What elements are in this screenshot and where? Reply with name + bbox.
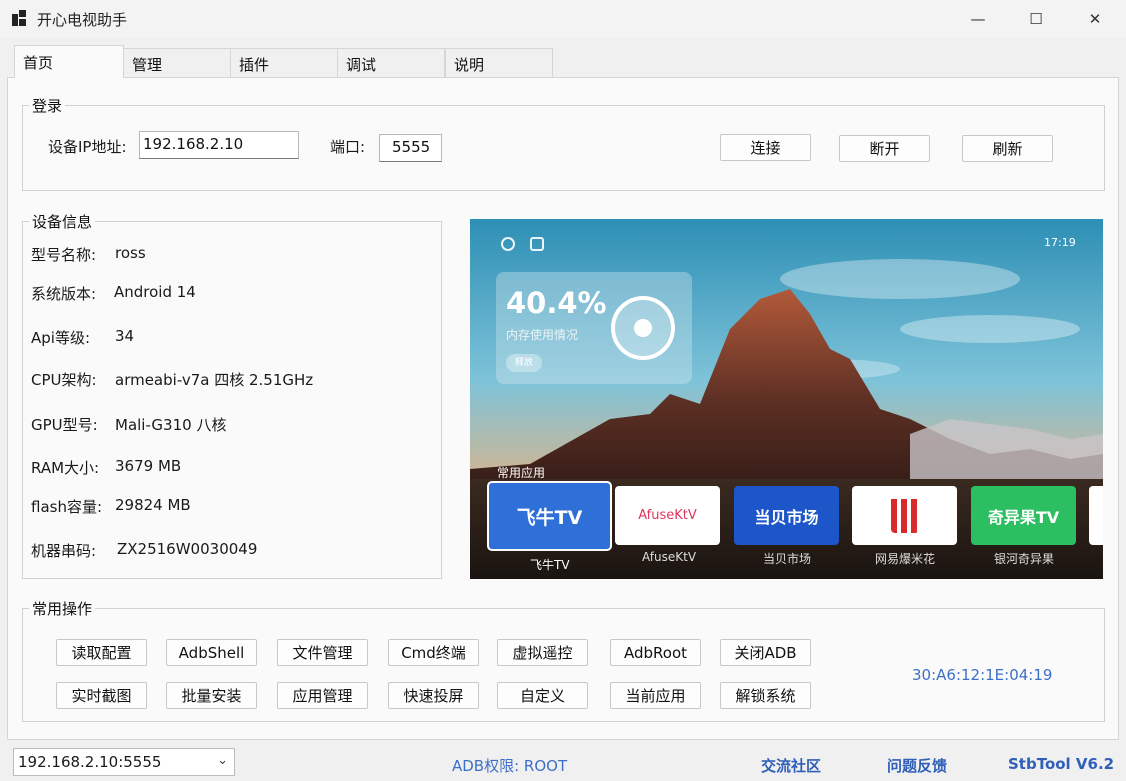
app-tile-popcorn[interactable] bbox=[852, 486, 957, 545]
tab-help[interactable]: 说明 bbox=[445, 48, 553, 77]
version-label: StbTool V6.2 bbox=[1008, 755, 1115, 773]
tab-debug[interactable]: 调试 bbox=[337, 48, 445, 77]
app-caption-afusektv: AfuseKtV bbox=[642, 550, 697, 564]
ram-label: RAM大小: bbox=[31, 459, 100, 477]
api-level-label: Api等级: bbox=[31, 329, 91, 347]
adb-root-button[interactable]: AdbRoot bbox=[610, 639, 701, 666]
device-info-title: 设备信息 bbox=[29, 211, 96, 232]
custom-button[interactable]: 自定义 bbox=[497, 682, 588, 709]
app-manager-button[interactable]: 应用管理 bbox=[277, 682, 368, 709]
community-link[interactable]: 交流社区 bbox=[761, 755, 821, 776]
tab-home[interactable]: 首页 bbox=[14, 45, 124, 78]
maximize-button[interactable]: ☐ bbox=[1007, 0, 1065, 38]
app-tile-dangbei[interactable]: 当贝市场 bbox=[734, 486, 839, 545]
tab-plugins[interactable]: 插件 bbox=[230, 48, 338, 77]
read-config-button[interactable]: 读取配置 bbox=[56, 639, 147, 666]
app-tile-partial[interactable] bbox=[1089, 486, 1103, 545]
model-value: ross bbox=[115, 244, 146, 262]
release-memory-button[interactable]: 释放 bbox=[506, 354, 542, 372]
adb-permission-status: ADB权限: ROOT bbox=[452, 757, 568, 775]
os-version-value: Android 14 bbox=[114, 283, 196, 301]
app-tile-qiyiguo[interactable]: 奇异果TV bbox=[971, 486, 1076, 545]
refresh-button[interactable]: 刷新 bbox=[962, 135, 1053, 162]
fan-icon bbox=[611, 296, 675, 360]
tv-screen-preview[interactable]: 17:19 40.4% 内存使用情况 释放 常用应用 飞牛TV 飞牛TV Afu… bbox=[470, 219, 1103, 579]
chevron-down-icon[interactable]: ⌄ bbox=[217, 753, 228, 768]
memory-percent: 40.4% bbox=[506, 286, 607, 320]
close-adb-button[interactable]: 关闭ADB bbox=[720, 639, 811, 666]
flash-value: 29824 MB bbox=[115, 496, 191, 514]
disconnect-button[interactable]: 断开 bbox=[839, 135, 930, 162]
app-tile-afusektv[interactable]: AfuseKtV bbox=[615, 486, 720, 545]
popcorn-icon bbox=[890, 498, 919, 533]
app-tile-feiniu[interactable]: 飞牛TV bbox=[487, 481, 612, 551]
common-apps-label: 常用应用 bbox=[497, 466, 546, 480]
gpu-label: GPU型号: bbox=[31, 416, 98, 434]
close-button[interactable]: ✕ bbox=[1066, 0, 1124, 38]
memory-card: 40.4% 内存使用情况 释放 bbox=[496, 272, 692, 384]
connect-button[interactable]: 连接 bbox=[720, 134, 811, 161]
device-select[interactable]: 192.168.2.10:5555 ⌄ bbox=[13, 748, 235, 776]
device-info-group bbox=[22, 221, 442, 579]
api-level-value: 34 bbox=[115, 327, 135, 345]
batch-install-button[interactable]: 批量安装 bbox=[166, 682, 257, 709]
settings-icon bbox=[501, 237, 515, 251]
title-bar: 开心电视助手 — ☐ ✕ bbox=[0, 0, 1126, 38]
adb-shell-button[interactable]: AdbShell bbox=[166, 639, 257, 666]
feedback-link[interactable]: 问题反馈 bbox=[887, 755, 947, 776]
port-input[interactable]: 5555 bbox=[379, 134, 442, 162]
port-label: 端口: bbox=[330, 138, 366, 156]
unlock-system-button[interactable]: 解锁系统 bbox=[720, 682, 811, 709]
mac-address: 30:A6:12:1E:04:19 bbox=[912, 666, 1053, 684]
os-version-label: 系统版本: bbox=[31, 285, 97, 303]
live-screenshot-button[interactable]: 实时截图 bbox=[56, 682, 147, 709]
flash-label: flash容量: bbox=[31, 498, 103, 516]
app-caption-feiniu: 飞牛TV bbox=[530, 558, 570, 572]
virtual-remote-button[interactable]: 虚拟遥控 bbox=[497, 639, 588, 666]
operations-title: 常用操作 bbox=[29, 598, 96, 619]
screen-cast-button[interactable]: 快速投屏 bbox=[388, 682, 479, 709]
serial-label: 机器串码: bbox=[31, 542, 97, 560]
home-icon bbox=[530, 237, 544, 251]
app-caption-qiyiguo: 银河奇异果 bbox=[994, 552, 1055, 566]
cpu-label: CPU架构: bbox=[31, 371, 97, 389]
gpu-value: Mali-G310 八核 bbox=[115, 416, 227, 434]
app-caption-popcorn: 网易爆米花 bbox=[875, 552, 936, 566]
cmd-terminal-button[interactable]: Cmd终端 bbox=[388, 639, 479, 666]
login-group-title: 登录 bbox=[29, 95, 66, 116]
tv-clock: 17:19 bbox=[1044, 236, 1076, 249]
app-icon bbox=[12, 10, 28, 26]
ip-input[interactable]: 192.168.2.10 bbox=[139, 131, 299, 159]
model-label: 型号名称: bbox=[31, 246, 97, 264]
device-select-value: 192.168.2.10:5555 bbox=[18, 753, 162, 771]
cpu-value: armeabi-v7a 四核 2.51GHz bbox=[115, 371, 314, 389]
tab-manage[interactable]: 管理 bbox=[123, 48, 231, 77]
app-caption-dangbei: 当贝市场 bbox=[763, 552, 812, 566]
ip-label: 设备IP地址: bbox=[48, 138, 127, 156]
ram-value: 3679 MB bbox=[115, 457, 182, 475]
current-app-button[interactable]: 当前应用 bbox=[610, 682, 701, 709]
file-manager-button[interactable]: 文件管理 bbox=[277, 639, 368, 666]
serial-value: ZX2516W0030049 bbox=[117, 540, 258, 558]
window-title: 开心电视助手 bbox=[37, 11, 128, 29]
memory-label: 内存使用情况 bbox=[506, 328, 579, 342]
minimize-button[interactable]: — bbox=[949, 0, 1007, 38]
